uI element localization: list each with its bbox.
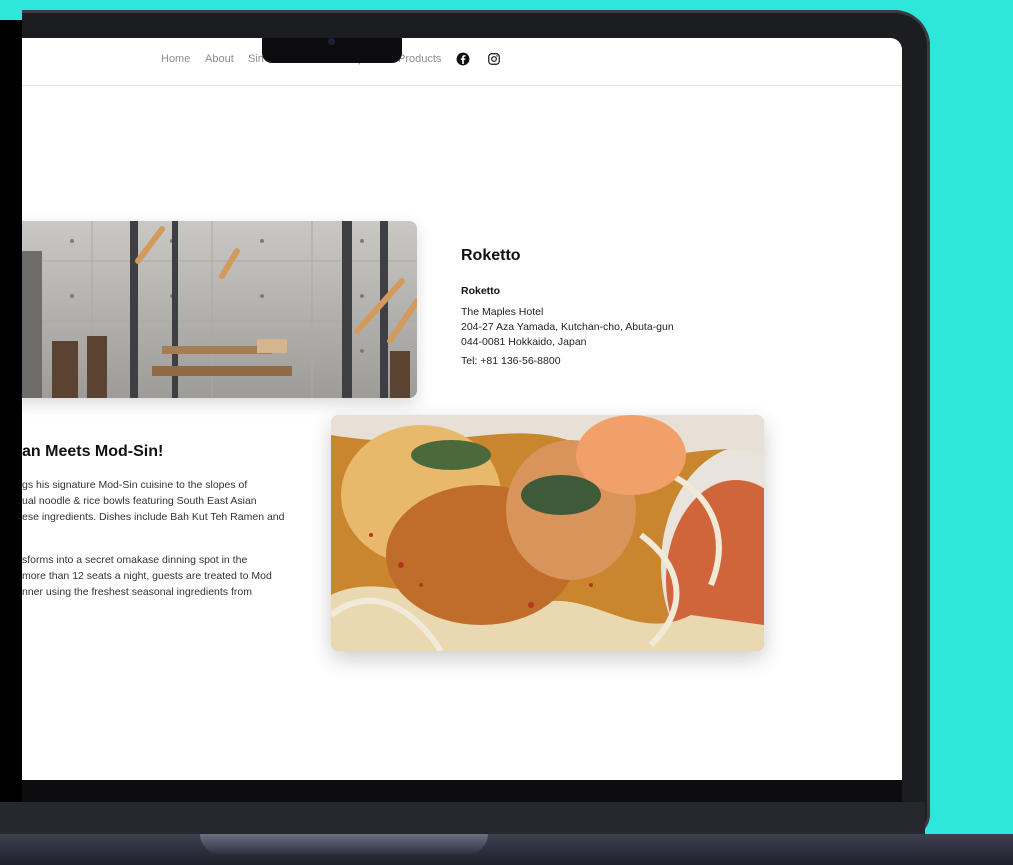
facebook-icon[interactable]	[456, 52, 470, 66]
paragraph-line: ual noodle & rice bowls featuring South …	[22, 495, 257, 507]
top-navigation: Home About Sin p Products	[22, 38, 902, 86]
nav-home-link[interactable]: Home	[161, 53, 190, 65]
paragraph-line: gs his signature Mod-Sin cuisine to the …	[22, 479, 248, 491]
address-line: 204-27 Aza Yamada, Kutchan-cho, Abuta-gu…	[461, 321, 674, 333]
paragraph-line: sforms into a secret omakase dinning spo…	[22, 554, 248, 566]
venue-name: Roketto	[461, 285, 501, 297]
address-line: The Maples Hotel	[461, 306, 544, 318]
instagram-icon[interactable]	[487, 52, 501, 66]
browser-screen: Home About Sin p Products	[22, 38, 902, 780]
paragraph-line: ese ingredients. Dishes include Bah Kut …	[22, 511, 285, 523]
background-corner	[0, 0, 22, 20]
restaurant-interior-image	[22, 221, 417, 398]
address-line: 044-0081 Hokkaido, Japan	[461, 336, 587, 348]
nav-products-link[interactable]: Products	[398, 53, 441, 65]
section-title: an Meets Mod-Sin!	[22, 443, 164, 460]
screen-bottom-bezel	[22, 780, 902, 802]
venue-title: Roketto	[461, 247, 521, 264]
laksa-noodle-image	[331, 415, 764, 651]
camera-icon	[328, 38, 335, 45]
paragraph-line: more than 12 seats a night, guests are t…	[22, 570, 272, 582]
paragraph-line: nner using the freshest seasonal ingredi…	[22, 586, 252, 598]
lid-opening-notch	[200, 834, 488, 854]
telephone: Tel: +81 136-56-8800	[461, 355, 561, 367]
nav-about-link[interactable]: About	[205, 53, 234, 65]
laptop-base	[0, 834, 1013, 865]
laptop-left-edge	[0, 0, 22, 865]
laptop-chin	[0, 802, 925, 834]
